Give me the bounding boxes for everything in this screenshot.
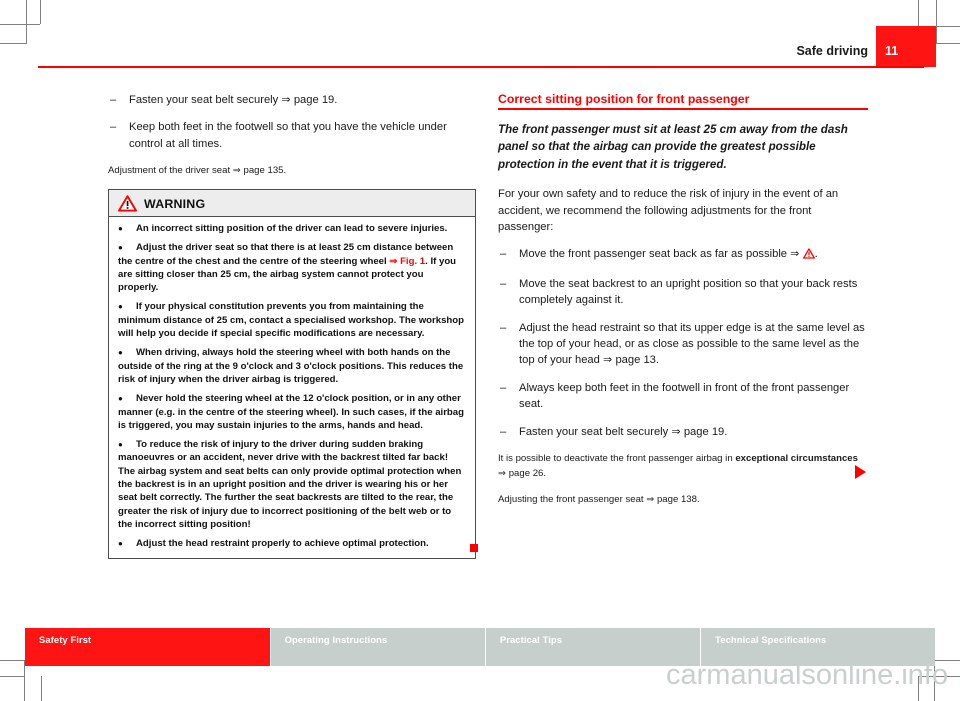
airbag-deactivation-note: It is possible to deactivate the front p… bbox=[498, 451, 868, 481]
warning-bullet: Never hold the steering wheel at the 12 … bbox=[118, 392, 466, 432]
warning-bullet-text: Never hold the steering wheel at the 12 … bbox=[118, 393, 464, 431]
note-emphasis: exceptional circumstances bbox=[735, 452, 858, 464]
bullet-dot-icon bbox=[118, 537, 136, 550]
list-item: – Always keep both feet in the footwell … bbox=[498, 380, 868, 413]
list-item-text: Adjust the head restraint so that its up… bbox=[519, 321, 865, 367]
bullet-dot-icon bbox=[118, 300, 136, 313]
warning-bullet-text: An incorrect sitting position of the dri… bbox=[136, 223, 448, 234]
warning-bullet-text: When driving, always hold the steering w… bbox=[118, 347, 464, 385]
list-item: – Fasten your seat belt securely ⇒ page … bbox=[108, 92, 478, 108]
page-title: Correct sitting position for front passe… bbox=[498, 92, 750, 106]
warning-bullet: An incorrect sitting position of the dri… bbox=[118, 222, 466, 235]
bullet-dot-icon bbox=[118, 222, 136, 235]
warning-bullet-text: Adjust the head restraint properly to ac… bbox=[136, 538, 429, 550]
red-triangle-continue-marker bbox=[855, 465, 866, 479]
crop-mark-top-right-v2 bbox=[936, 0, 937, 44]
tab-operating-instructions[interactable]: Operating Instructions bbox=[269, 628, 485, 666]
red-square-end-marker bbox=[470, 544, 478, 552]
header-divider-rule bbox=[38, 66, 924, 68]
dash-bullet: – bbox=[500, 321, 507, 334]
dash-bullet: – bbox=[110, 121, 117, 134]
list-item: – Adjust the head restraint so that its … bbox=[498, 320, 868, 369]
list-item: – Move the seat backrest to an upright p… bbox=[498, 276, 868, 309]
crop-mark-top-right-h bbox=[936, 26, 960, 27]
list-item: – Fasten your seat belt securely ⇒ page … bbox=[498, 424, 868, 440]
dash-bullet: – bbox=[110, 94, 117, 106]
section-heading-rule bbox=[498, 108, 868, 110]
figure-reference-link[interactable]: ⇒ Fig. 1 bbox=[389, 256, 425, 267]
list-item-text: Move the front passenger seat back as fa… bbox=[519, 248, 818, 260]
warning-bullet: When driving, always hold the steering w… bbox=[118, 346, 466, 386]
dash-bullet: – bbox=[500, 381, 507, 394]
list-item: – Move the front passenger seat back as … bbox=[498, 246, 868, 264]
warning-box-body: An incorrect sitting position of the dri… bbox=[109, 217, 475, 558]
note-suffix: ⇒ page 26. bbox=[498, 467, 547, 479]
warning-bullet-text: If your physical constitution prevents y… bbox=[118, 301, 464, 340]
crop-mark-top-left-v bbox=[26, 0, 27, 44]
warning-triangle-icon bbox=[118, 195, 137, 212]
crop-mark-bottom-left-v bbox=[24, 660, 25, 701]
list-item: – Keep both feet in the footwell so that… bbox=[108, 119, 478, 152]
list-item-text: Keep both feet in the footwell so that y… bbox=[129, 121, 447, 150]
tab-safety-first[interactable]: Safety First bbox=[25, 628, 270, 666]
crop-mark-bottom-left-v2 bbox=[41, 676, 42, 701]
dash-bullet: – bbox=[500, 277, 507, 290]
right-column: Correct sitting position for front passe… bbox=[498, 92, 868, 518]
warning-title: WARNING bbox=[144, 196, 206, 211]
warning-bullet-text: To reduce the risk of injury to the driv… bbox=[118, 439, 462, 530]
section-lead-paragraph: The front passenger must sit at least 25… bbox=[498, 122, 848, 171]
crop-mark-top-left-v2 bbox=[40, 0, 41, 24]
crop-mark-top-right-v bbox=[918, 0, 919, 26]
inline-warning-triangle-icon[interactable] bbox=[802, 248, 815, 264]
warning-bullet: Adjust the driver seat so that there is … bbox=[118, 241, 466, 294]
manual-page: 11 Safe driving – Fasten your seat belt … bbox=[0, 0, 960, 701]
crop-mark-bottom-left-h bbox=[0, 660, 26, 661]
list-item-text: Always keep both feet in the footwell in… bbox=[519, 381, 850, 411]
bullet-dot-icon bbox=[118, 392, 136, 405]
watermark: carmanualsonline.info bbox=[666, 659, 949, 691]
warning-box: WARNING An incorrect sitting position of… bbox=[108, 189, 476, 559]
list-item-text: Fasten your seat belt securely ⇒ page 19… bbox=[519, 425, 728, 438]
warning-bullet: If your physical constitution prevents y… bbox=[118, 300, 466, 340]
driver-seat-adjustment-note: Adjustment of the driver seat ⇒ page 135… bbox=[108, 165, 287, 177]
warning-bullet: To reduce the risk of injury to the driv… bbox=[118, 438, 466, 531]
bullet-dot-icon bbox=[118, 438, 136, 451]
crop-mark-bottom-left-h2 bbox=[0, 676, 24, 677]
crop-mark-top-left-h bbox=[0, 24, 40, 25]
list-item-text: Fasten your seat belt securely ⇒ page 19… bbox=[129, 94, 338, 106]
page-number: 11 bbox=[885, 44, 899, 58]
bullet-dot-icon bbox=[118, 346, 136, 359]
warning-box-header: WARNING bbox=[109, 190, 475, 217]
chapter-title: Safe driving bbox=[796, 44, 868, 58]
left-column: – Fasten your seat belt securely ⇒ page … bbox=[108, 92, 478, 189]
dash-bullet: – bbox=[500, 248, 507, 261]
warning-bullet: Adjust the head restraint properly to ac… bbox=[118, 537, 466, 550]
note-prefix: It is possible to deactivate the front p… bbox=[498, 452, 736, 464]
dash-bullet: – bbox=[500, 425, 507, 438]
section-intro-paragraph: For your own safety and to reduce the ri… bbox=[498, 188, 839, 233]
passenger-seat-adjustment-note: Adjusting the front passenger seat ⇒ pag… bbox=[498, 493, 700, 505]
bullet-dot-icon bbox=[118, 241, 136, 254]
crop-mark-top-left-h2 bbox=[0, 43, 26, 44]
list-item-text: Move the seat backrest to an upright pos… bbox=[519, 277, 858, 307]
